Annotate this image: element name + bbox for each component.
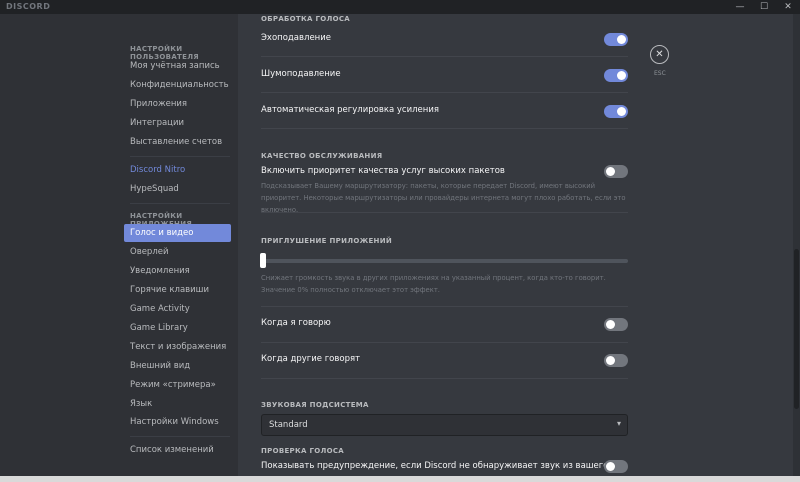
sidebar-item-authorized-apps[interactable]: Приложения xyxy=(124,95,231,113)
toggle-knob xyxy=(606,356,615,365)
attenuation-slider-track[interactable] xyxy=(261,259,628,263)
minimize-button[interactable]: — xyxy=(728,0,752,14)
sidebar-item-billing[interactable]: Выставление счетов xyxy=(124,133,231,151)
toggle-knob xyxy=(617,71,626,80)
divider xyxy=(261,92,628,93)
audio-subsystem-header: ЗВУКОВАЯ ПОДСИСТЕМА xyxy=(261,401,369,409)
sidebar-item-nitro[interactable]: Discord Nitro xyxy=(124,161,231,179)
discord-logo: DISCORD xyxy=(6,2,51,11)
when-i-speak-label: Когда я говорю xyxy=(261,318,331,328)
sidebar-item-language[interactable]: Язык xyxy=(124,395,231,413)
divider xyxy=(261,56,628,57)
sidebar-item-game-library[interactable]: Game Library xyxy=(124,319,231,337)
noise-suppression-label: Шумоподавление xyxy=(261,69,341,79)
sidebar-divider xyxy=(130,203,230,204)
sidebar-item-keybinds[interactable]: Горячие клавиши xyxy=(124,281,231,299)
echo-cancellation-label: Эхоподавление xyxy=(261,33,331,43)
when-others-speak-toggle[interactable] xyxy=(604,354,628,367)
voice-settings-content: ОБРАБОТКА ГОЛОСА Эхоподавление Шумоподав… xyxy=(238,14,800,482)
divider xyxy=(261,128,628,129)
divider xyxy=(261,212,628,213)
toggle-knob xyxy=(606,462,615,471)
sidebar-item-text-images[interactable]: Текст и изображения xyxy=(124,338,231,356)
auto-gain-label: Автоматическая регулировка усиления xyxy=(261,105,439,115)
sidebar-divider xyxy=(130,156,230,157)
os-taskbar xyxy=(0,476,800,482)
maximize-button[interactable]: ☐ xyxy=(752,0,776,14)
attenuation-slider-handle[interactable] xyxy=(260,253,266,268)
attenuation-header: ПРИГЛУШЕНИЕ ПРИЛОЖЕНИЙ xyxy=(261,237,393,245)
toggle-knob xyxy=(617,107,626,116)
chevron-down-icon: ▾ xyxy=(616,419,621,428)
attenuation-note: Снижает громкость звука в других приложе… xyxy=(261,274,606,294)
sidebar-divider xyxy=(130,436,230,437)
sidebar-item-overlay[interactable]: Оверлей xyxy=(124,243,231,261)
scrollbar-thumb[interactable] xyxy=(794,249,799,409)
sidebar-item-streamer-mode[interactable]: Режим «стримера» xyxy=(124,376,231,394)
close-settings-button[interactable]: ✕ xyxy=(650,45,669,64)
close-window-button[interactable]: ✕ xyxy=(776,0,800,14)
sidebar-item-integrations[interactable]: Интеграции xyxy=(124,114,231,132)
sidebar-item-changelog[interactable]: Список изменений xyxy=(124,441,231,459)
when-others-speak-label: Когда другие говорят xyxy=(261,354,361,364)
divider xyxy=(261,342,628,343)
content-scrollbar[interactable] xyxy=(793,14,800,482)
title-bar: DISCORD — ☐ ✕ xyxy=(0,0,800,14)
toggle-knob xyxy=(617,35,626,44)
sidebar-item-my-account[interactable]: Моя учётная запись xyxy=(124,57,231,75)
voice-check-header: ПРОВЕРКА ГОЛОСА xyxy=(261,447,344,455)
toggle-knob xyxy=(606,320,615,329)
voice-warning-toggle[interactable] xyxy=(604,460,628,473)
auto-gain-toggle[interactable] xyxy=(604,105,628,118)
sidebar-item-hypesquad[interactable]: HypeSquad xyxy=(124,180,231,198)
sidebar-item-windows-settings[interactable]: Настройки Windows xyxy=(124,413,231,431)
audio-subsystem-value: Standard xyxy=(269,420,308,430)
sidebar-item-notifications[interactable]: Уведомления xyxy=(124,262,231,280)
voice-warning-label: Показывать предупреждение, если Discord … xyxy=(261,461,609,471)
sidebar-item-appearance[interactable]: Внешний вид xyxy=(124,357,231,375)
divider xyxy=(261,306,628,307)
voice-processing-header: ОБРАБОТКА ГОЛОСА xyxy=(261,15,351,23)
sidebar-item-voice-video[interactable]: Голос и видео xyxy=(124,224,231,242)
noise-suppression-toggle[interactable] xyxy=(604,69,628,82)
echo-cancellation-toggle[interactable] xyxy=(604,33,628,46)
qos-toggle[interactable] xyxy=(604,165,628,178)
toggle-knob xyxy=(606,167,615,176)
esc-label: ESC xyxy=(654,70,666,77)
qos-label: Включить приоритет качества услуг высоки… xyxy=(261,166,505,176)
qos-header: КАЧЕСТВО ОБСЛУЖИВАНИЯ xyxy=(261,152,383,160)
sidebar-item-game-activity[interactable]: Game Activity xyxy=(124,300,231,318)
divider xyxy=(261,378,628,379)
sidebar-item-privacy[interactable]: Конфиденциальность xyxy=(124,76,231,94)
settings-sidebar: НАСТРОЙКИ ПОЛЬЗОВАТЕЛЯ Моя учётная запис… xyxy=(0,14,238,482)
qos-note: Подсказывает Вашему маршрутизатору: паке… xyxy=(261,182,626,214)
when-i-speak-toggle[interactable] xyxy=(604,318,628,331)
audio-subsystem-select[interactable]: Standard ▾ xyxy=(261,414,628,436)
